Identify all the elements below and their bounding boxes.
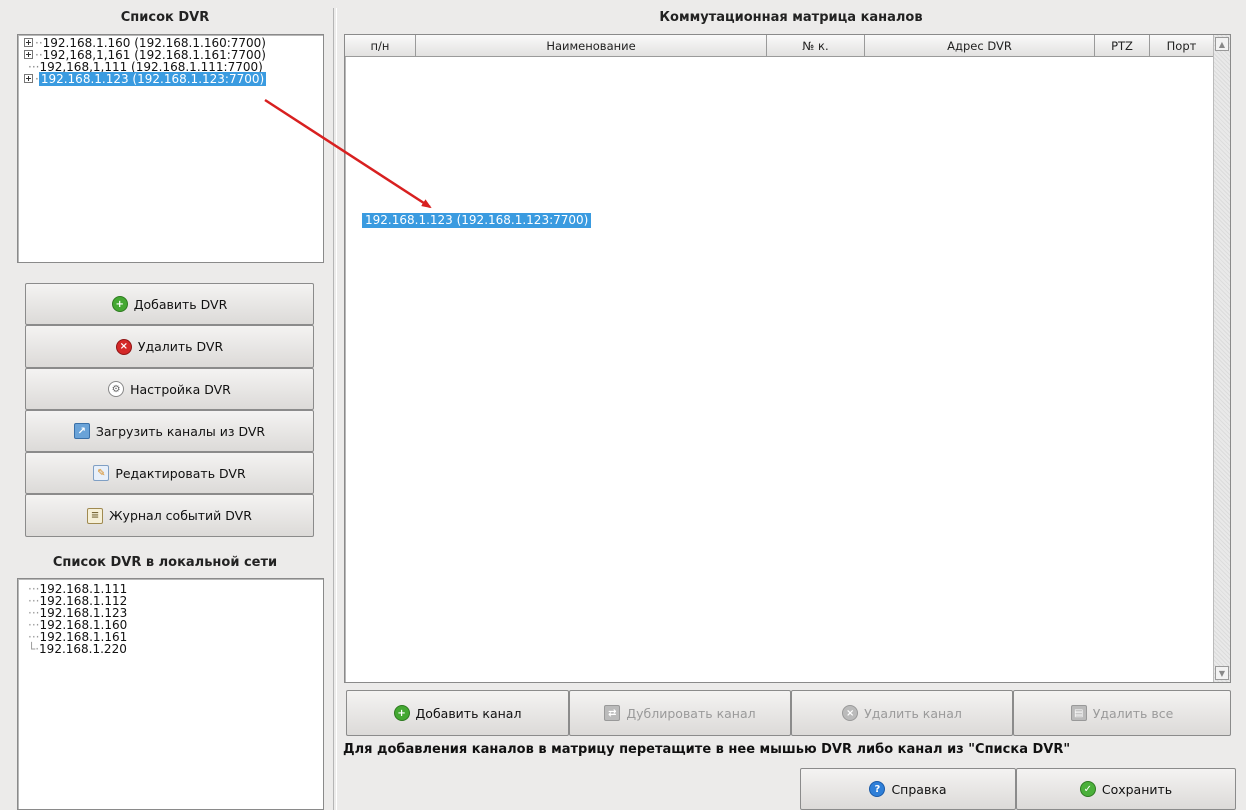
drag-arrow-icon [264, 98, 432, 209]
add-channel-button[interactable]: + Добавить канал [346, 690, 569, 736]
duplicate-channel-button[interactable]: ⇄ Дублировать канал [569, 690, 791, 736]
drag-hint-text: Для добавления каналов в матрицу перетащ… [343, 742, 1071, 757]
help-button[interactable]: ? Справка [800, 768, 1016, 810]
remove-icon: × [842, 705, 859, 721]
add-icon: + [393, 705, 410, 721]
delete-all-icon: ▤ [1070, 705, 1087, 721]
delete-all-button[interactable]: ▤ Удалить все [1013, 690, 1231, 736]
help-icon: ? [869, 781, 886, 797]
duplicate-icon: ⇄ [604, 705, 621, 721]
delete-channel-button[interactable]: × Удалить канал [791, 690, 1013, 736]
save-button[interactable]: ✓ Сохранить [1016, 768, 1236, 810]
checkmark-icon: ✓ [1079, 781, 1096, 797]
